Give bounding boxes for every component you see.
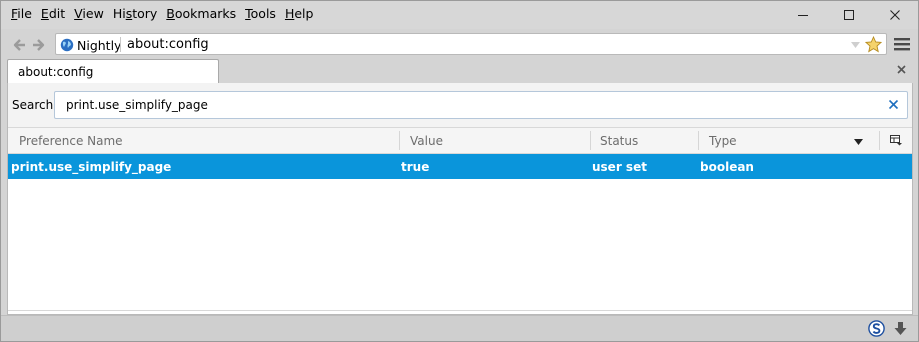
menu-bookmarks[interactable]: Bookmarks	[166, 6, 236, 21]
search-row: Search: print.use_simplify_page	[8, 83, 912, 127]
tab-about-config[interactable]: about:config	[7, 59, 219, 84]
column-status[interactable]: Status	[600, 134, 638, 148]
menu-help[interactable]: Help	[285, 6, 314, 21]
menu-tools[interactable]: Tools	[245, 6, 276, 21]
download-arrow-icon[interactable]	[893, 321, 908, 336]
close-window-button[interactable]	[872, 1, 918, 29]
cell-status: user set	[592, 160, 647, 174]
column-picker-icon[interactable]	[890, 135, 902, 146]
globe-icon	[60, 38, 74, 52]
about-config-page: Search: print.use_simplify_page Preferen…	[7, 83, 913, 315]
close-tab-icon[interactable]	[897, 65, 906, 74]
list-bottom-border	[8, 310, 912, 311]
star-icon[interactable]	[865, 36, 882, 53]
minimize-icon	[798, 15, 808, 16]
menu-edit[interactable]: Edit	[41, 6, 65, 21]
menu-bar: File Edit View History Bookmarks Tools H…	[1, 1, 918, 29]
column-type[interactable]: Type	[709, 134, 737, 148]
column-separator[interactable]	[590, 131, 591, 150]
url-bar[interactable]: Nightly about:config	[55, 33, 887, 55]
identity-separator	[120, 37, 121, 52]
column-separator[interactable]	[698, 131, 699, 150]
cell-value: true	[401, 160, 430, 174]
maximize-icon	[844, 10, 854, 20]
sort-descending-icon[interactable]	[854, 139, 863, 145]
dropdown-icon[interactable]	[851, 42, 860, 48]
browser-window: File Edit View History Bookmarks Tools H…	[0, 0, 919, 342]
site-identity[interactable]: Nightly	[60, 36, 121, 54]
tab-label: about:config	[18, 65, 94, 79]
forward-arrow-icon[interactable]	[31, 37, 47, 53]
status-bar	[1, 315, 918, 341]
maximize-button[interactable]	[826, 1, 872, 29]
search-label: Search:	[12, 98, 58, 112]
cell-preference-name: print.use_simplify_page	[11, 160, 172, 174]
hamburger-menu-icon[interactable]	[894, 37, 910, 51]
clear-search-icon[interactable]	[888, 99, 899, 110]
table-row[interactable]: print.use_simplify_page true user set bo…	[8, 154, 912, 179]
column-separator	[879, 131, 880, 150]
s-extension-icon[interactable]	[868, 320, 885, 337]
navigation-bar: Nightly about:config	[1, 29, 918, 59]
column-value[interactable]: Value	[410, 134, 443, 148]
menu-view[interactable]: View	[74, 6, 104, 21]
search-input[interactable]: print.use_simplify_page	[54, 91, 908, 119]
column-header: Preference Name Value Status Type	[8, 127, 912, 154]
url-text[interactable]: about:config	[127, 37, 209, 52]
close-icon	[890, 10, 900, 20]
back-arrow-icon[interactable]	[11, 37, 27, 53]
column-separator[interactable]	[399, 131, 400, 150]
window-controls	[780, 1, 918, 29]
menu-items: File Edit View History Bookmarks Tools H…	[11, 6, 322, 21]
search-value: print.use_simplify_page	[66, 98, 208, 112]
identity-label: Nightly	[77, 37, 122, 53]
cell-type: boolean	[700, 160, 754, 174]
menu-file[interactable]: File	[11, 6, 32, 21]
menu-history[interactable]: History	[113, 6, 157, 21]
column-preference-name[interactable]: Preference Name	[19, 134, 123, 148]
minimize-button[interactable]	[780, 1, 826, 29]
tab-strip: about:config	[1, 59, 918, 84]
